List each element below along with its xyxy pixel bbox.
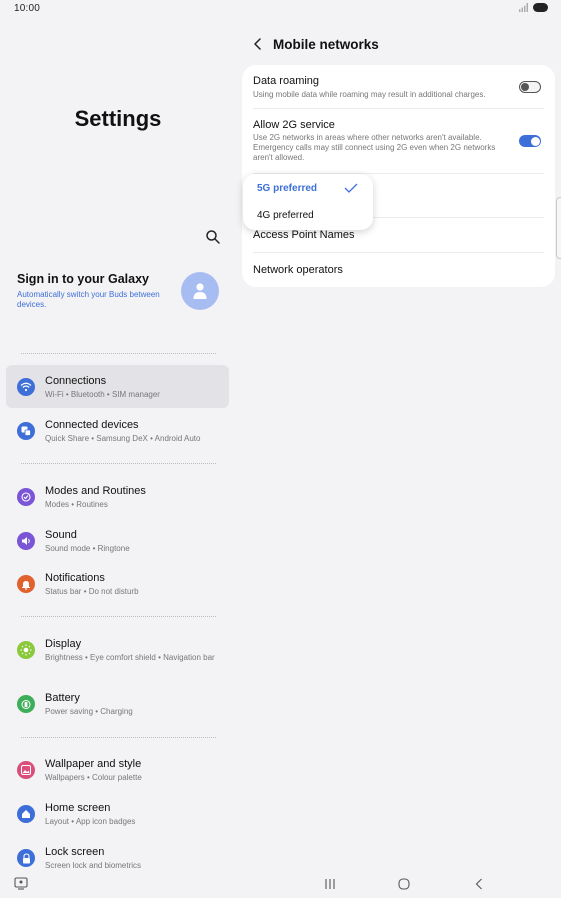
modes-icon [17,488,35,506]
battery-icon [533,3,548,12]
menu-title: Connections [45,375,107,387]
account-subtitle: Automatically switch your Buds between d… [17,290,160,309]
menu-subtitle: Layout • App icon badges [45,817,136,826]
search-icon[interactable] [204,228,222,246]
menu-item-home-screen[interactable]: Home screen Layout • App icon badges [6,792,229,835]
menu-item-battery[interactable]: Battery Power saving • Charging [6,682,229,725]
option-label: 4G preferred [257,210,314,221]
screen-mirror-icon[interactable] [14,877,28,890]
wallpaper-icon [17,761,35,779]
divider [21,616,216,617]
menu-item-notifications[interactable]: Notifications Status bar • Do not disturb [6,562,229,605]
data-roaming-toggle[interactable] [519,81,541,93]
menu-subtitle: Wallpapers • Colour palette [45,773,142,782]
menu-title: Notifications [45,572,105,584]
allow-2g-subtitle: Use 2G networks in areas where other net… [253,133,496,162]
data-roaming-title: Data roaming [253,75,320,87]
back-arrow-icon[interactable] [252,37,264,51]
menu-subtitle: Brightness • Eye comfort shield • Naviga… [45,653,215,662]
network-operators-label: Network operators [253,264,343,276]
menu-title: Home screen [45,802,111,814]
connected-devices-icon [17,422,35,440]
network-operators-row[interactable]: Network operators [242,253,555,287]
allow-2g-row[interactable]: Allow 2G service Use 2G networks in area… [242,109,555,173]
account-sign-in[interactable]: Sign in to your Galaxy Automatically swi… [17,272,223,316]
person-icon [193,283,207,299]
menu-title: Lock screen [45,846,105,858]
home-icon [17,805,35,823]
menu-title: Display [45,638,82,650]
menu-title: Wallpaper and style [45,758,142,770]
menu-subtitle: Wi-Fi • Bluetooth • SIM manager [45,390,160,399]
menu-item-display[interactable]: Display Brightness • Eye comfort shield •… [6,628,229,678]
settings-title: Settings [74,106,162,131]
status-icons [519,3,548,12]
menu-title: Connected devices [45,419,139,431]
menu-subtitle: Quick Share • Samsung DeX • Android Auto [45,434,201,443]
sound-icon [17,532,35,550]
signal-icon [519,3,528,12]
menu-item-modes-routines[interactable]: Modes and Routines Modes • Routines [6,475,229,518]
brightness-icon [17,641,35,659]
menu-item-sound[interactable]: Sound Sound mode • Ringtone [6,519,229,562]
divider [21,737,216,738]
access-point-names-label: Access Point Names [253,229,355,241]
data-roaming-row[interactable]: Data roaming Using mobile data while roa… [242,65,555,108]
lock-icon [17,849,35,867]
allow-2g-toggle[interactable] [519,135,541,147]
scroll-handle[interactable] [556,197,561,259]
status-time: 10:00 [14,3,41,14]
menu-title: Modes and Routines [45,485,146,497]
menu-item-wallpaper[interactable]: Wallpaper and style Wallpapers • Colour p… [6,748,229,791]
menu-subtitle: Status bar • Do not disturb [45,587,139,596]
back-nav-icon[interactable] [474,878,484,890]
option-label: 5G preferred [257,183,318,194]
menu-item-connections[interactable]: Connections Wi-Fi • Bluetooth • SIM manag… [6,365,229,408]
menu-item-connected-devices[interactable]: Connected devices Quick Share • Samsung D… [6,409,229,452]
wifi-icon [17,378,35,396]
menu-subtitle: Modes • Routines [45,500,108,509]
network-mode-dropdown: 5G preferred 4G preferred [243,174,373,230]
allow-2g-title: Allow 2G service [253,119,335,131]
menu-subtitle: Sound mode • Ringtone [45,544,130,553]
menu-subtitle: Power saving • Charging [45,707,133,716]
bell-icon [17,575,35,593]
dropdown-option-5g[interactable]: 5G preferred [243,174,373,202]
home-nav-icon[interactable] [398,878,410,890]
page-title: Mobile networks [273,37,379,52]
dropdown-option-4g[interactable]: 4G preferred [243,202,373,230]
battery-item-icon [17,695,35,713]
data-roaming-subtitle: Using mobile data while roaming may resu… [253,90,486,99]
navigation-bar [0,870,561,898]
avatar[interactable] [181,272,219,310]
recents-icon[interactable] [324,878,336,890]
divider [21,463,216,464]
menu-title: Battery [45,692,80,704]
status-bar: 10:00 [0,0,561,18]
check-icon [344,183,358,193]
divider [21,353,216,354]
menu-title: Sound [45,529,77,541]
